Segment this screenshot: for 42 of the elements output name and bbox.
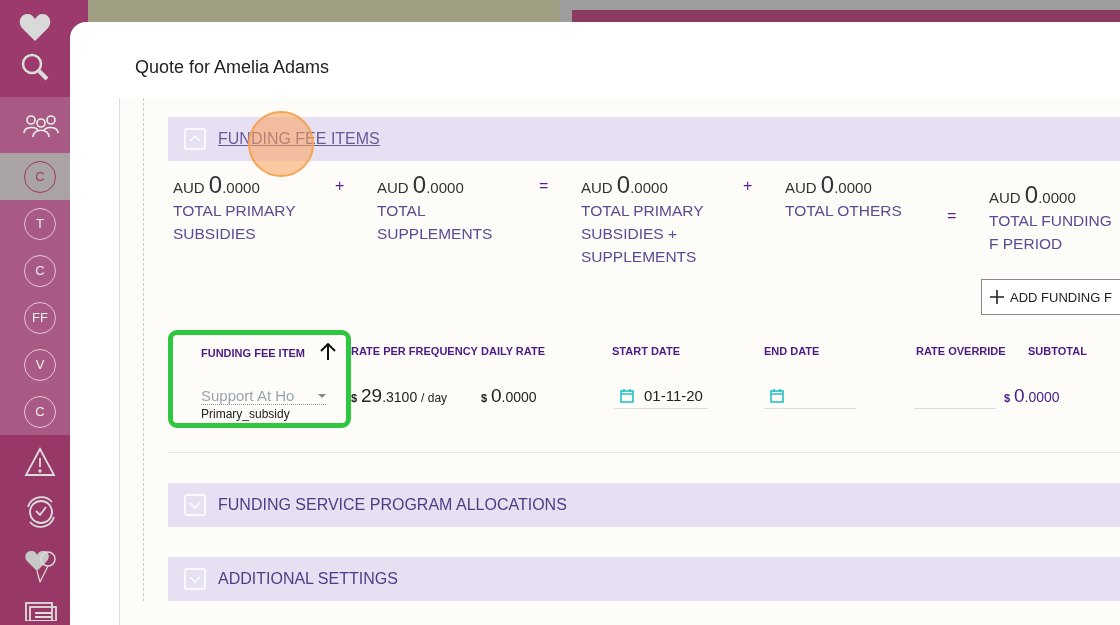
rate-cell-text: $ 29.3100 / day: [351, 385, 449, 408]
warning-icon[interactable]: [24, 447, 56, 477]
search-icon[interactable]: [20, 52, 50, 82]
clock-icon[interactable]: [24, 495, 58, 529]
column-header: RATE OVERRIDE: [916, 345, 1007, 359]
heart-icon[interactable]: [19, 12, 51, 42]
total-amount: AUD 0.0000: [173, 171, 261, 199]
total-label: TOTAL PRIMARY SUBSIDIES + SUPPLEMENTS: [581, 201, 705, 267]
fee-item-select[interactable]: Support At Ho: [201, 387, 326, 405]
total-label: TOTAL FUNDING F PERIOD: [989, 211, 1113, 254]
daily-rate-cell-text: $ 0.0000: [481, 385, 538, 408]
total-label: TOTAL SUPPLEMENTS: [377, 201, 494, 244]
calendar-icon: [620, 388, 634, 403]
total-label: TOTAL PRIMARY SUBSIDIES: [173, 201, 297, 244]
column-header: RATE PER FREQUENCY: [351, 345, 479, 359]
section-title[interactable]: ADDITIONAL SETTINGS: [218, 570, 398, 588]
subtotal-cell-text: $ 0.0000: [1004, 385, 1060, 408]
total-label: TOTAL OTHERS: [785, 201, 903, 221]
total-amount: AUD 0.0000: [581, 171, 669, 199]
column-header[interactable]: FUNDING FEE ITEM: [201, 347, 305, 359]
column-header: DAILY RATE: [481, 345, 546, 359]
column-header: SUBTOTAL: [1028, 345, 1087, 359]
dialog-title: Quote for Amelia Adams: [134, 56, 331, 79]
people-icon[interactable]: [23, 113, 59, 137]
section-title[interactable]: FUNDING SERVICE PROGRAM ALLOCATIONS: [218, 496, 567, 514]
calendar-icon: [770, 388, 784, 403]
operator-sign: =: [947, 206, 958, 225]
add-funding-button[interactable]: ADD FUNDING F: [981, 279, 1120, 315]
column-header: END DATE: [764, 345, 821, 359]
plus-icon: [990, 290, 1004, 304]
start-date-field[interactable]: 01-11-20: [614, 383, 708, 409]
total-amount: AUD 0.0000: [377, 171, 465, 199]
operator-sign: +: [743, 176, 754, 195]
column-header: START DATE: [612, 345, 682, 359]
item-type-text: Primary_subsidy: [201, 407, 291, 421]
arrow-up-icon: [320, 343, 336, 360]
total-amount: AUD 0.0000: [989, 181, 1077, 209]
operator-sign: =: [539, 176, 550, 195]
chat-icon[interactable]: [24, 601, 58, 621]
operator-sign: +: [335, 176, 346, 195]
total-amount: AUD 0.0000: [785, 171, 873, 199]
caret-icon: [318, 393, 326, 398]
